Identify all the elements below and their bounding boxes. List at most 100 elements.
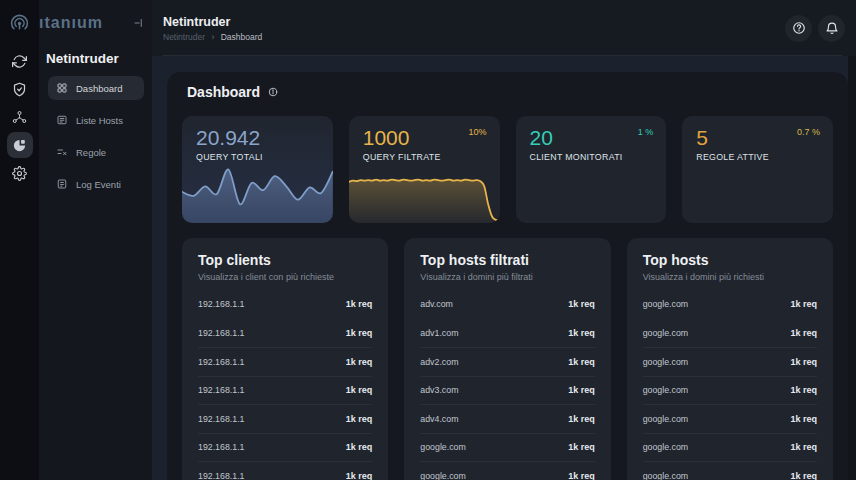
list-row[interactable]: 192.168.1.11k req	[198, 461, 372, 480]
list-row[interactable]: google.com 1k req	[420, 461, 594, 480]
row-value: 1k req	[568, 414, 595, 424]
stat-value: 20	[530, 127, 653, 148]
list-row[interactable]: 192.168.1.1 1k req	[198, 319, 372, 348]
list-row[interactable]: google.com1k req	[643, 404, 817, 433]
list-row[interactable]: 192.168.1.1 1k req	[198, 433, 372, 462]
sidebar-item-liste-hosts[interactable]: Liste Hosts	[48, 108, 144, 132]
help-button[interactable]	[785, 15, 812, 42]
list-row[interactable]: google.com1k req	[643, 433, 817, 462]
list-row[interactable]: adv.com 1k req	[420, 290, 594, 319]
row-name: google.com	[420, 471, 465, 480]
list-rows: google.com1k reqgoogle.com1k reqgoogle.c…	[643, 290, 817, 480]
list-row[interactable]: 192.168.1.11k req	[198, 347, 372, 376]
stat-label: CLIENT MONITORATI	[530, 152, 653, 162]
list-row[interactable]: google.com 1k req	[420, 433, 594, 462]
row-value: 1k req	[790, 414, 817, 424]
log-icon	[56, 178, 68, 190]
list-row[interactable]: google.com1k req	[643, 376, 817, 405]
collapse-sidebar-icon[interactable]	[133, 17, 145, 29]
row-value: 1k req	[568, 385, 595, 395]
sidebar: Netintruder Dashboard Liste Hosts Regole Lo…	[0, 0, 152, 480]
rail-settings-icon[interactable]	[7, 160, 33, 186]
row-name: 192.168.1.1	[198, 328, 244, 338]
row-value: 1k req	[790, 471, 817, 480]
stat-card-query-filtrate: 1000QUERY FILTRATE10%	[349, 116, 500, 223]
row-name: 192.168.1.1	[198, 385, 244, 395]
sidebar-item-label: Dashboard	[76, 83, 122, 94]
list-card-top-hosts: Top hostsVisualizza i domini più richies…	[627, 238, 833, 480]
page-title: Dashboard	[187, 84, 260, 100]
row-value: 1k req	[346, 385, 373, 395]
list-row[interactable]: adv2.com1k req	[420, 347, 594, 376]
row-name: google.com	[643, 471, 688, 480]
rules-icon	[56, 146, 68, 158]
list-card-top-hosts-filtrati: Top hosts filtrati Visualizza i domini pi…	[404, 238, 610, 480]
rail-network-icon[interactable]	[7, 104, 33, 130]
sidebar-menu: Dashboard Liste Hosts Regole Log Eventi	[39, 76, 152, 196]
row-name: 192.168.1.1	[198, 414, 244, 424]
row-value: 1k req	[790, 328, 817, 338]
breadcrumb-separator: ›	[211, 32, 214, 42]
list-row[interactable]: adv3.com1k req	[420, 376, 594, 405]
sidebar-item-dashboard[interactable]: Dashboard	[48, 76, 144, 100]
list-subtitle: Visualizza i domini più filtrati	[420, 272, 594, 282]
info-icon[interactable]	[268, 87, 278, 97]
row-value: 1k req	[346, 442, 373, 452]
row-value: 1k req	[568, 471, 595, 480]
row-name: 192.168.1.1	[198, 471, 244, 480]
stat-percent-badge: 1 %	[638, 127, 654, 137]
row-value: 1k req	[568, 357, 595, 367]
list-row[interactable]: google.com1k req	[643, 319, 817, 348]
list-row[interactable]: google.com1k req	[643, 347, 817, 376]
row-value: 1k req	[568, 328, 595, 338]
stat-card-client-monitorati: 20 CLIENT MONITORATI 1 %	[516, 116, 667, 223]
list-title: Top hosts filtrati	[420, 252, 594, 268]
rail-globe-icon[interactable]	[7, 132, 33, 158]
sidebar-app-title: Netintruder	[46, 51, 152, 66]
list-card-top-clients: Top clients Visualizza i client con più r…	[182, 238, 388, 480]
row-name: google.com	[420, 442, 465, 452]
brand-row: ıtanıum	[0, 0, 152, 46]
row-name: 192.168.1.1	[198, 442, 244, 452]
list-title: Top hosts	[643, 252, 817, 268]
stat-cards: 20.942QUERY TOTALI1000QUERY FILTRATE10%2…	[182, 116, 833, 223]
row-name: 192.168.1.1	[198, 299, 244, 309]
sidebar-item-regole[interactable]: Regole	[48, 140, 144, 164]
row-name: adv4.com	[420, 414, 458, 424]
content-background: Dashboard 20.942QUERY TOTALI1000QUERY FI…	[152, 56, 856, 480]
stat-card-regole-attive: 5REGOLE ATTIVE0.7 %	[682, 116, 833, 223]
notifications-button[interactable]	[818, 15, 845, 42]
list-icon	[56, 114, 68, 126]
list-row[interactable]: google.com1k req	[643, 290, 817, 319]
list-rows: adv.com1k reqadv1.com1k reqadv2.com1k re…	[420, 290, 594, 480]
row-value: 1k req	[568, 442, 595, 452]
sidebar-item-log-eventi[interactable]: Log Eventi	[48, 172, 144, 196]
stat-value: 20.942	[196, 127, 319, 148]
stat-card-query-totali: 20.942QUERY TOTALI	[182, 116, 333, 223]
list-row[interactable]: adv1.com1k req	[420, 319, 594, 348]
rail-sync-icon[interactable]	[7, 48, 33, 74]
grid-icon	[56, 82, 68, 94]
list-row[interactable]: google.com 1k req	[643, 461, 817, 480]
row-value: 1k req	[346, 328, 373, 338]
list-subtitle: Visualizza i client con più richieste	[198, 272, 372, 282]
sidebar-item-label: Liste Hosts	[76, 115, 123, 126]
header-title: Netintruder	[163, 15, 262, 29]
list-row[interactable]: adv4.com 1k req	[420, 404, 594, 433]
row-value: 1k req	[790, 299, 817, 309]
row-name: adv.com	[420, 299, 453, 309]
row-value: 1k req	[568, 299, 595, 309]
list-row[interactable]: 192.168.1.11k req	[198, 404, 372, 433]
row-name: google.com	[643, 442, 688, 452]
breadcrumb-root[interactable]: Netintruder	[163, 32, 205, 42]
row-value: 1k req	[790, 357, 817, 367]
brand-name: ıtanıum	[39, 14, 103, 32]
rail-shield-icon[interactable]	[7, 76, 33, 102]
row-value: 1k req	[790, 385, 817, 395]
list-row[interactable]: 192.168.1.11k req	[198, 290, 372, 319]
list-title: Top clients	[198, 252, 372, 268]
list-row[interactable]: 192.168.1.1 1k req	[198, 376, 372, 405]
sidebar-item-label: Regole	[76, 147, 106, 158]
stat-label: REGOLE ATTIVE	[696, 152, 819, 162]
main-area: Netintruder Netintruder › Dashboard Dash…	[152, 0, 856, 480]
